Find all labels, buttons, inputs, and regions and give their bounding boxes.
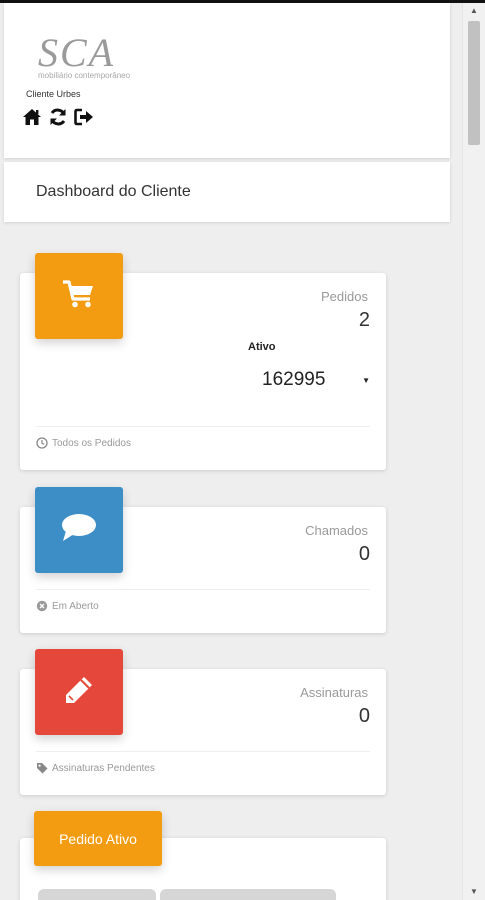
scroll-up-arrow-icon[interactable]: ▲ bbox=[463, 3, 485, 19]
tickets-count: 0 bbox=[358, 543, 370, 565]
logo-subtitle: mobiliário contemporâneo bbox=[38, 71, 131, 80]
clock-icon bbox=[36, 437, 48, 449]
chat-bubble-icon bbox=[60, 513, 98, 548]
tickets-icon-box bbox=[35, 487, 123, 573]
scrollbar-thumb[interactable] bbox=[468, 21, 480, 145]
tickets-card: Chamados 0 Em Aberto bbox=[20, 487, 386, 633]
page-title: Dashboard do Cliente bbox=[36, 183, 191, 200]
signatures-card: Assinaturas 0 Assinaturas Pendentes bbox=[20, 649, 386, 795]
tickets-footer[interactable]: Em Aberto bbox=[36, 589, 370, 612]
signatures-category: Assinaturas bbox=[300, 685, 368, 700]
orders-icon-box bbox=[35, 253, 123, 339]
signatures-footer-link[interactable]: Assinaturas Pendentes bbox=[52, 763, 155, 774]
header-actions bbox=[22, 107, 94, 129]
orders-footer[interactable]: Todos os Pedidos bbox=[36, 426, 370, 449]
active-order-tab-2[interactable] bbox=[160, 889, 336, 900]
pencil-icon bbox=[62, 673, 96, 712]
logo-text: SCA bbox=[38, 30, 116, 75]
vertical-scrollbar[interactable]: ▲ ▼ bbox=[462, 3, 485, 900]
home-icon[interactable] bbox=[22, 107, 42, 127]
signatures-footer[interactable]: Assinaturas Pendentes bbox=[36, 751, 370, 774]
orders-category: Pedidos bbox=[321, 289, 368, 304]
logout-icon[interactable] bbox=[74, 107, 94, 127]
orders-footer-link[interactable]: Todos os Pedidos bbox=[52, 438, 131, 449]
orders-card: Pedidos 2 Ativo 162995 ▼ Todos os Pedido… bbox=[20, 253, 386, 470]
app-header: SCA mobiliário contemporâneo Cliente Urb… bbox=[4, 3, 450, 158]
caret-down-icon: ▼ bbox=[362, 375, 370, 385]
active-order-select[interactable]: 162995 ▼ bbox=[262, 367, 370, 393]
active-order-header: Pedido Ativo bbox=[34, 811, 162, 866]
signatures-count: 0 bbox=[358, 705, 370, 727]
orders-status-label: Ativo bbox=[248, 341, 276, 353]
orders-count: 2 bbox=[358, 309, 370, 331]
tickets-footer-link[interactable]: Em Aberto bbox=[52, 601, 99, 612]
refresh-icon[interactable] bbox=[48, 107, 68, 127]
signatures-icon-box bbox=[35, 649, 123, 735]
tag-icon bbox=[36, 762, 48, 774]
active-order-value: 162995 bbox=[262, 369, 326, 390]
logo[interactable]: SCA mobiliário contemporâneo bbox=[38, 29, 148, 85]
page-viewport: SCA mobiliário contemporâneo Cliente Urb… bbox=[0, 3, 463, 900]
tickets-category: Chamados bbox=[305, 523, 368, 538]
client-name: Cliente Urbes bbox=[26, 89, 81, 99]
active-order-tab-1[interactable] bbox=[38, 889, 156, 900]
breadcrumb-card: Dashboard do Cliente bbox=[4, 162, 450, 222]
scroll-down-arrow-icon[interactable]: ▼ bbox=[463, 884, 485, 900]
close-circle-icon bbox=[36, 600, 48, 612]
cart-icon bbox=[62, 279, 96, 314]
